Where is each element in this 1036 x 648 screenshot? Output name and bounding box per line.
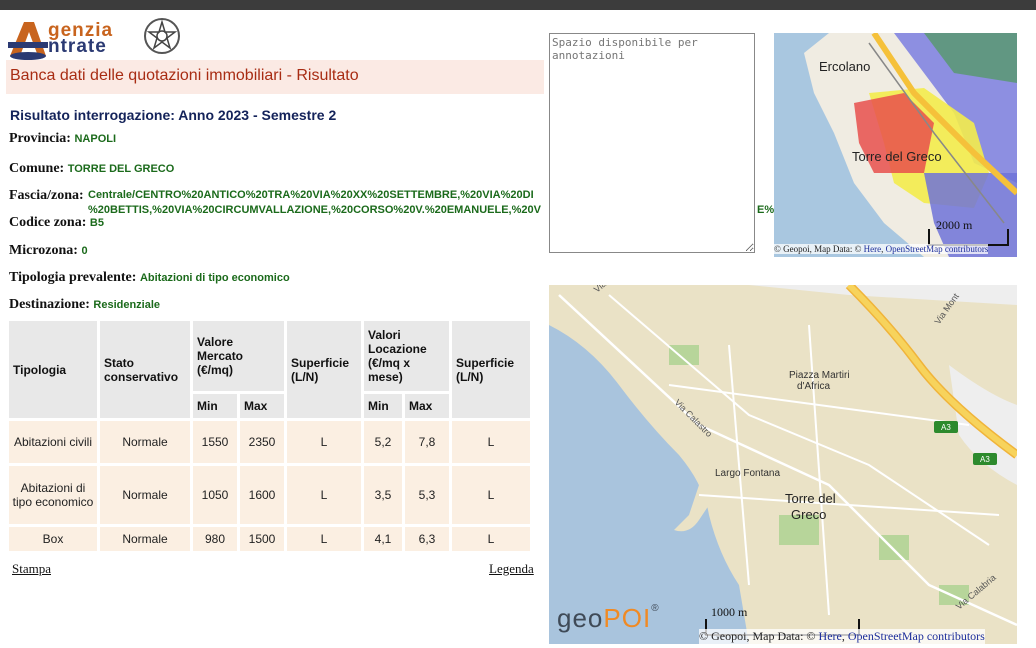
logo-word-entrate: ntrate bbox=[48, 36, 107, 57]
map-label-torre: Torre del Greco bbox=[852, 149, 942, 164]
cell-valore-max: 2350 bbox=[240, 421, 284, 463]
notes-textarea[interactable] bbox=[549, 33, 755, 253]
cell-superficie-2: L bbox=[452, 421, 530, 463]
detail-map-attribution: © Geopoi, Map Data: © Here, OpenStreetMa… bbox=[699, 629, 985, 644]
header-valore-max: Max bbox=[240, 394, 284, 418]
provincia-label: Provincia: bbox=[9, 131, 71, 146]
attribution-separator: , bbox=[841, 629, 845, 643]
provincia-row: Provincia: NAPOLI bbox=[9, 131, 116, 147]
result-heading: Risultato interrogazione: Anno 2023 - Se… bbox=[10, 107, 337, 123]
microzona-row: Microzona: 0 bbox=[9, 243, 88, 259]
comune-value: TORRE DEL GRECO bbox=[67, 163, 175, 175]
cell-superficie: L bbox=[287, 466, 361, 524]
attribution-prefix: © Geopoi, Map Data: © bbox=[774, 244, 862, 254]
browser-top-bar bbox=[0, 0, 1036, 10]
overview-map-scale: 2000 m bbox=[936, 218, 973, 232]
cell-tipologia: Abitazioni civili bbox=[9, 421, 97, 463]
cell-stato: Normale bbox=[100, 527, 190, 551]
comune-row: Comune: TORRE DEL GRECO bbox=[9, 161, 174, 177]
stampa-link[interactable]: Stampa bbox=[12, 561, 51, 577]
provincia-value: NAPOLI bbox=[74, 133, 117, 145]
header-superficie-2: Superficie (L/N) bbox=[452, 321, 530, 418]
table-row: Box Normale 980 1500 L 4,1 6,3 L bbox=[9, 527, 530, 551]
destinazione-row: Destinazione: Residenziale bbox=[9, 297, 160, 313]
agenzia-a-mark-icon bbox=[8, 22, 48, 60]
cell-locazione-max: 7,8 bbox=[405, 421, 449, 463]
cell-locazione-max: 5,3 bbox=[405, 466, 449, 524]
codice-row: Codice zona: B5 bbox=[9, 215, 104, 231]
detail-map-canvas: A3 A3 Piazza Martiri d'Africa Largo Fonta… bbox=[549, 285, 1017, 644]
tipologia-label: Tipologia prevalente: bbox=[9, 270, 137, 285]
cell-locazione-min: 4,1 bbox=[364, 527, 402, 551]
quotazioni-table: Tipologia Stato conservativo Valore Merc… bbox=[6, 318, 533, 554]
table-row: Abitazioni di tipo economico Normale 105… bbox=[9, 466, 530, 524]
header-locazione-min: Min bbox=[364, 394, 402, 418]
brand-geo: geo bbox=[557, 603, 604, 633]
cell-locazione-min: 5,2 bbox=[364, 421, 402, 463]
destinazione-label: Destinazione: bbox=[9, 297, 90, 312]
tipologia-row: Tipologia prevalente: Abitazioni di tipo… bbox=[9, 270, 290, 286]
a3-shield-label: A3 bbox=[980, 455, 990, 464]
agenzia-entrate-logo[interactable]: genzia ntrate bbox=[6, 14, 182, 60]
microzona-label: Microzona: bbox=[9, 243, 78, 258]
map-label-largo: Largo Fontana bbox=[715, 468, 780, 479]
cell-locazione-min: 3,5 bbox=[364, 466, 402, 524]
codice-label: Codice zona: bbox=[9, 215, 87, 230]
header-valore-mercato: Valore Mercato (€/mq) bbox=[193, 321, 284, 391]
cell-valore-min: 980 bbox=[193, 527, 237, 551]
overview-map-canvas: Ercolano Torre del Greco bbox=[774, 33, 1017, 257]
cell-stato: Normale bbox=[100, 421, 190, 463]
brand-poi: POI bbox=[603, 603, 652, 633]
header-superficie: Superficie (L/N) bbox=[287, 321, 361, 418]
osm-link[interactable]: OpenStreetMap contributors bbox=[848, 629, 985, 643]
here-link[interactable]: Here bbox=[819, 629, 842, 643]
cell-superficie: L bbox=[287, 421, 361, 463]
italian-republic-emblem-icon bbox=[144, 18, 180, 54]
attribution-prefix: © Geopoi, Map Data: © bbox=[699, 629, 816, 643]
overview-map[interactable]: Ercolano Torre del Greco 2000 m © Geopoi… bbox=[774, 33, 1017, 257]
header-tipologia: Tipologia bbox=[9, 321, 97, 418]
cell-stato: Normale bbox=[100, 466, 190, 524]
cell-valore-max: 1500 bbox=[240, 527, 284, 551]
cell-valore-min: 1550 bbox=[193, 421, 237, 463]
cell-superficie: L bbox=[287, 527, 361, 551]
detail-map-scale: 1000 m bbox=[711, 605, 748, 619]
header-valore-min: Min bbox=[193, 394, 237, 418]
brand-registered: ® bbox=[651, 603, 660, 614]
codice-value: B5 bbox=[89, 217, 104, 229]
cell-valore-min: 1050 bbox=[193, 466, 237, 524]
geopoi-brand-logo: geoPOI® bbox=[557, 603, 660, 634]
detail-map[interactable]: A3 A3 Piazza Martiri d'Africa Largo Fonta… bbox=[549, 285, 1017, 644]
map-label-ercolano: Ercolano bbox=[819, 59, 870, 74]
cell-superficie-2: L bbox=[452, 527, 530, 551]
attribution-separator: , bbox=[881, 244, 884, 254]
tipologia-value: Abitazioni di tipo economico bbox=[139, 272, 290, 284]
here-link[interactable]: Here bbox=[864, 244, 882, 254]
cell-valore-max: 1600 bbox=[240, 466, 284, 524]
cell-superficie-2: L bbox=[452, 466, 530, 524]
header-locazione-max: Max bbox=[405, 394, 449, 418]
cell-locazione-max: 6,3 bbox=[405, 527, 449, 551]
cell-tipologia: Box bbox=[9, 527, 97, 551]
legenda-link[interactable]: Legenda bbox=[489, 561, 534, 577]
header-valori-locazione: Valori Locazione (€/mq x mese) bbox=[364, 321, 449, 391]
page-title-box: Banca dati delle quotazioni immobiliari … bbox=[6, 60, 544, 94]
page-title: Banca dati delle quotazioni immobiliari … bbox=[10, 67, 359, 84]
overview-map-attribution: © Geopoi, Map Data: © Here, OpenStreetMa… bbox=[774, 244, 989, 254]
header-stato: Stato conservativo bbox=[100, 321, 190, 418]
destinazione-value: Residenziale bbox=[93, 299, 161, 311]
cell-tipologia: Abitazioni di tipo economico bbox=[9, 466, 97, 524]
fascia-label: Fascia/zona: bbox=[9, 188, 84, 203]
a3-shield-label: A3 bbox=[941, 423, 951, 432]
osm-link[interactable]: OpenStreetMap contributors bbox=[886, 244, 989, 254]
comune-label: Comune: bbox=[9, 161, 65, 176]
microzona-value: 0 bbox=[81, 245, 88, 257]
table-row: Abitazioni civili Normale 1550 2350 L 5,… bbox=[9, 421, 530, 463]
